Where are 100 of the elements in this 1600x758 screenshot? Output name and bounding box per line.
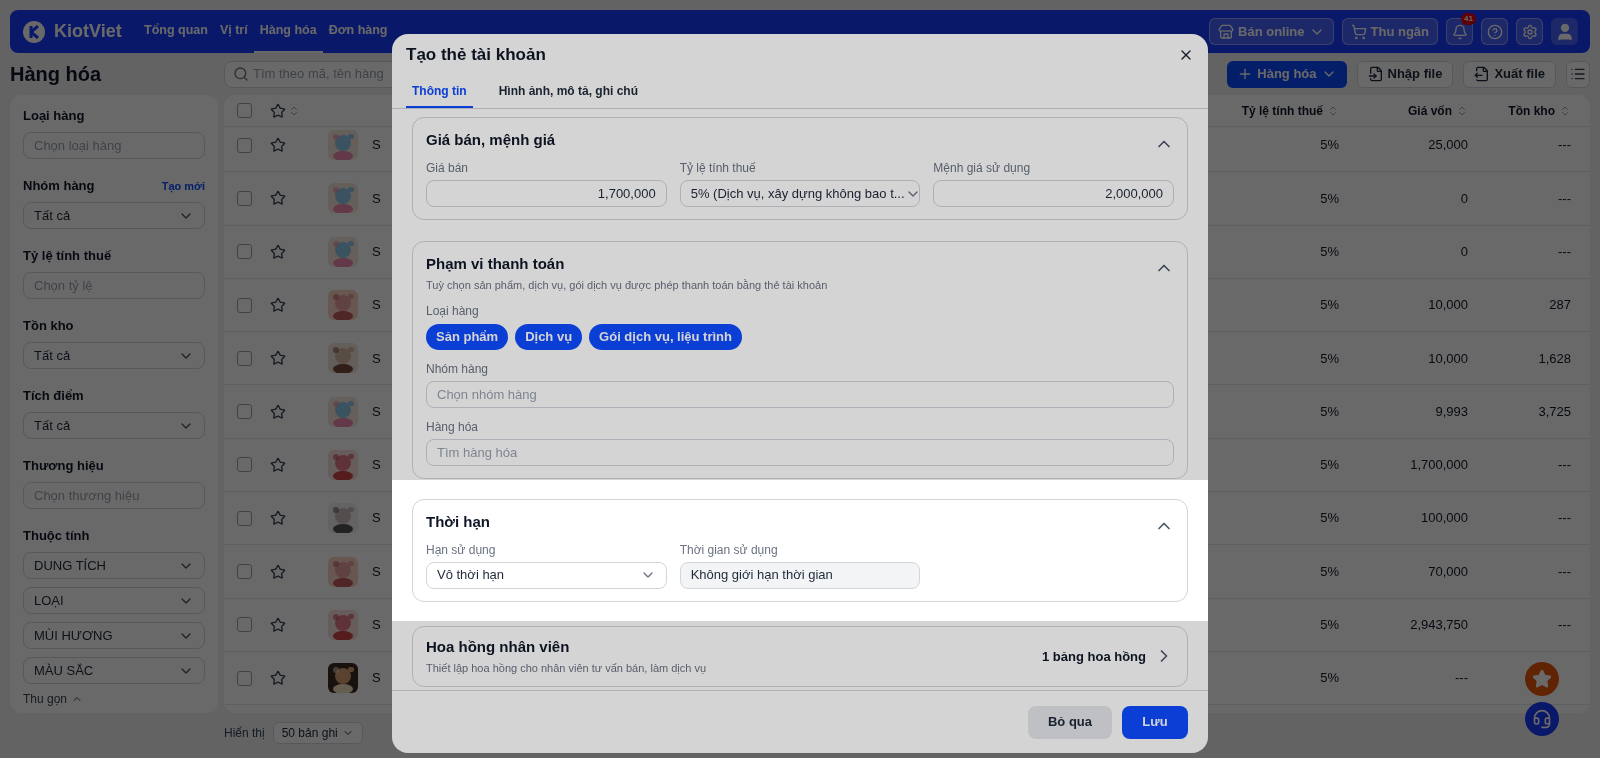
sort-icon[interactable] — [288, 104, 300, 117]
select-field[interactable]: 5% (Dịch vụ, xây dựng không bao t... — [679, 180, 921, 207]
number-field[interactable]: 2,000,000 — [933, 180, 1174, 207]
number-field[interactable]: 1,700,000 — [426, 180, 667, 207]
filter-select[interactable]: Tất cả — [23, 412, 205, 439]
select-field[interactable]: Vô thời hạn — [426, 561, 667, 589]
support-button[interactable] — [1525, 702, 1559, 736]
section-title: Phạm vi thanh toán — [426, 254, 566, 274]
cancel-button[interactable]: Bỏ qua — [1027, 705, 1112, 739]
field-label: Giá bán — [426, 160, 470, 177]
collapse-link[interactable]: Thu gọn — [23, 690, 205, 708]
checkbox[interactable] — [236, 190, 252, 206]
notification-badge: 41 — [1461, 13, 1476, 25]
favorite-star-icon[interactable] — [270, 243, 286, 260]
sort-icon[interactable] — [1559, 104, 1571, 117]
settings-icon[interactable] — [1521, 23, 1538, 40]
checkbox[interactable] — [236, 350, 252, 366]
table-cell-text: 0 — [1459, 243, 1469, 261]
table-cell-text: --- — [1557, 562, 1572, 581]
filter-select[interactable]: Tất cả — [23, 202, 205, 229]
checkbox[interactable] — [236, 244, 252, 260]
checkbox[interactable] — [236, 457, 252, 473]
favorite-star-icon[interactable] — [270, 297, 286, 314]
star-icon — [1532, 669, 1552, 689]
bell-icon[interactable] — [1451, 23, 1468, 40]
toolbar-button[interactable]: Xuất file — [1463, 60, 1556, 88]
input-field[interactable]: Tìm hàng hóa — [426, 438, 1174, 466]
attribute-select[interactable]: LOẠI — [23, 587, 205, 614]
checkbox[interactable] — [236, 137, 252, 153]
category-chip[interactable]: Gói dịch vụ, liệu trình — [589, 323, 742, 350]
page-title: Hàng hóa — [10, 62, 103, 87]
checkbox[interactable] — [236, 297, 252, 313]
table-cell-text: S — [372, 669, 381, 688]
table-cell-text: 5% — [1319, 349, 1340, 368]
column-list-icon[interactable] — [1570, 66, 1586, 82]
category-chip[interactable]: Sản phẩm — [426, 323, 509, 350]
section-description: Tuỳ chọn sản phẩm, dịch vụ, gói dịch vụ được phép thanh toán bằng thẻ tài khoản — [426, 278, 828, 293]
favorite-star-icon[interactable] — [270, 350, 286, 367]
favorite-star-icon[interactable] — [270, 510, 286, 527]
star-icon[interactable] — [270, 102, 286, 119]
save-button[interactable]: Lưu — [1122, 705, 1188, 739]
table-cell-text: --- — [1557, 189, 1572, 208]
table-cell-text: 5% — [1319, 402, 1340, 421]
help-icon[interactable] — [1486, 23, 1503, 40]
nav-tab[interactable]: Tổng quan — [138, 10, 214, 53]
attribute-select[interactable]: MÙI HƯƠNG — [23, 622, 205, 649]
filter-label: Thuộc tính — [23, 527, 90, 546]
favorite-star-icon[interactable] — [270, 616, 286, 633]
create-link[interactable]: Tạo mới — [161, 177, 205, 195]
table-cell-text: 100,000 — [1420, 509, 1469, 528]
filter-label: Nhóm hàng — [23, 177, 95, 196]
field-label: Loại hàng — [426, 302, 480, 320]
nav-tab[interactable]: Đơn hàng — [322, 10, 394, 53]
checkbox[interactable] — [236, 404, 252, 420]
sort-icon[interactable] — [1456, 104, 1468, 117]
table-cell-text: 1,628 — [1537, 349, 1572, 368]
checkbox[interactable] — [236, 564, 252, 579]
file-export-icon — [1474, 66, 1491, 82]
section-title: Giá bán, mệnh giá — [426, 130, 556, 150]
column-header[interactable]: Tồn kho — [1508, 101, 1555, 120]
checkbox[interactable] — [236, 103, 252, 118]
table-cell-text: 5% — [1319, 243, 1340, 261]
readonly-field: Không giới hạn thời gian — [679, 561, 921, 589]
toolbar-button[interactable]: Nhập file — [1356, 60, 1454, 88]
column-header[interactable]: Tỷ lệ tính thuế — [1241, 101, 1323, 120]
favorite-star-icon[interactable] — [270, 403, 286, 420]
dialog-tab[interactable]: Thông tin — [406, 76, 473, 108]
checkbox[interactable] — [236, 510, 252, 526]
checkbox[interactable] — [236, 617, 252, 633]
table-cell-text: 5% — [1319, 616, 1340, 635]
commission-summary[interactable]: 1 bảng hoa hồng — [1042, 646, 1146, 666]
favorite-star-icon[interactable] — [270, 456, 286, 473]
file-import-icon — [1367, 66, 1384, 82]
logo-text: KiotViet — [54, 20, 122, 43]
field-label: Hạn sử dụng — [426, 541, 497, 559]
checkbox[interactable] — [236, 670, 252, 686]
nav-tab[interactable]: Vị trí — [213, 10, 254, 53]
column-header[interactable]: Giá vốn — [1408, 101, 1452, 120]
search-icon — [233, 66, 249, 82]
sort-icon[interactable] — [1327, 104, 1339, 117]
table-cell-text: S — [372, 402, 381, 421]
section-title: Thời hạn — [426, 511, 490, 532]
table-cell-text: 10,000 — [1427, 296, 1469, 315]
filter-select[interactable]: Tất cả — [23, 342, 205, 369]
category-chip[interactable]: Dịch vụ — [515, 323, 583, 350]
toolbar-button[interactable]: Hàng hóa — [1227, 60, 1347, 88]
table-cell-text: 5% — [1319, 509, 1340, 528]
table-cell-text: S — [372, 562, 381, 581]
store-icon — [1218, 23, 1235, 40]
page-size-select[interactable]: 50 bản ghi — [272, 722, 363, 744]
nav-tab[interactable]: Hàng hóa — [253, 10, 323, 53]
favorite-star-icon[interactable] — [270, 190, 286, 207]
favorite-star-icon[interactable] — [270, 137, 286, 154]
table-cell-text: 5% — [1319, 669, 1340, 688]
table-cell-text: 10,000 — [1427, 349, 1469, 368]
attribute-select[interactable]: DUNG TÍCH — [23, 552, 205, 579]
attribute-select[interactable]: MÀU SẮC — [23, 657, 205, 684]
input-field[interactable]: Chọn nhóm hàng — [426, 380, 1174, 408]
favorite-star-icon[interactable] — [270, 563, 286, 580]
favorite-star-icon[interactable] — [270, 670, 286, 687]
